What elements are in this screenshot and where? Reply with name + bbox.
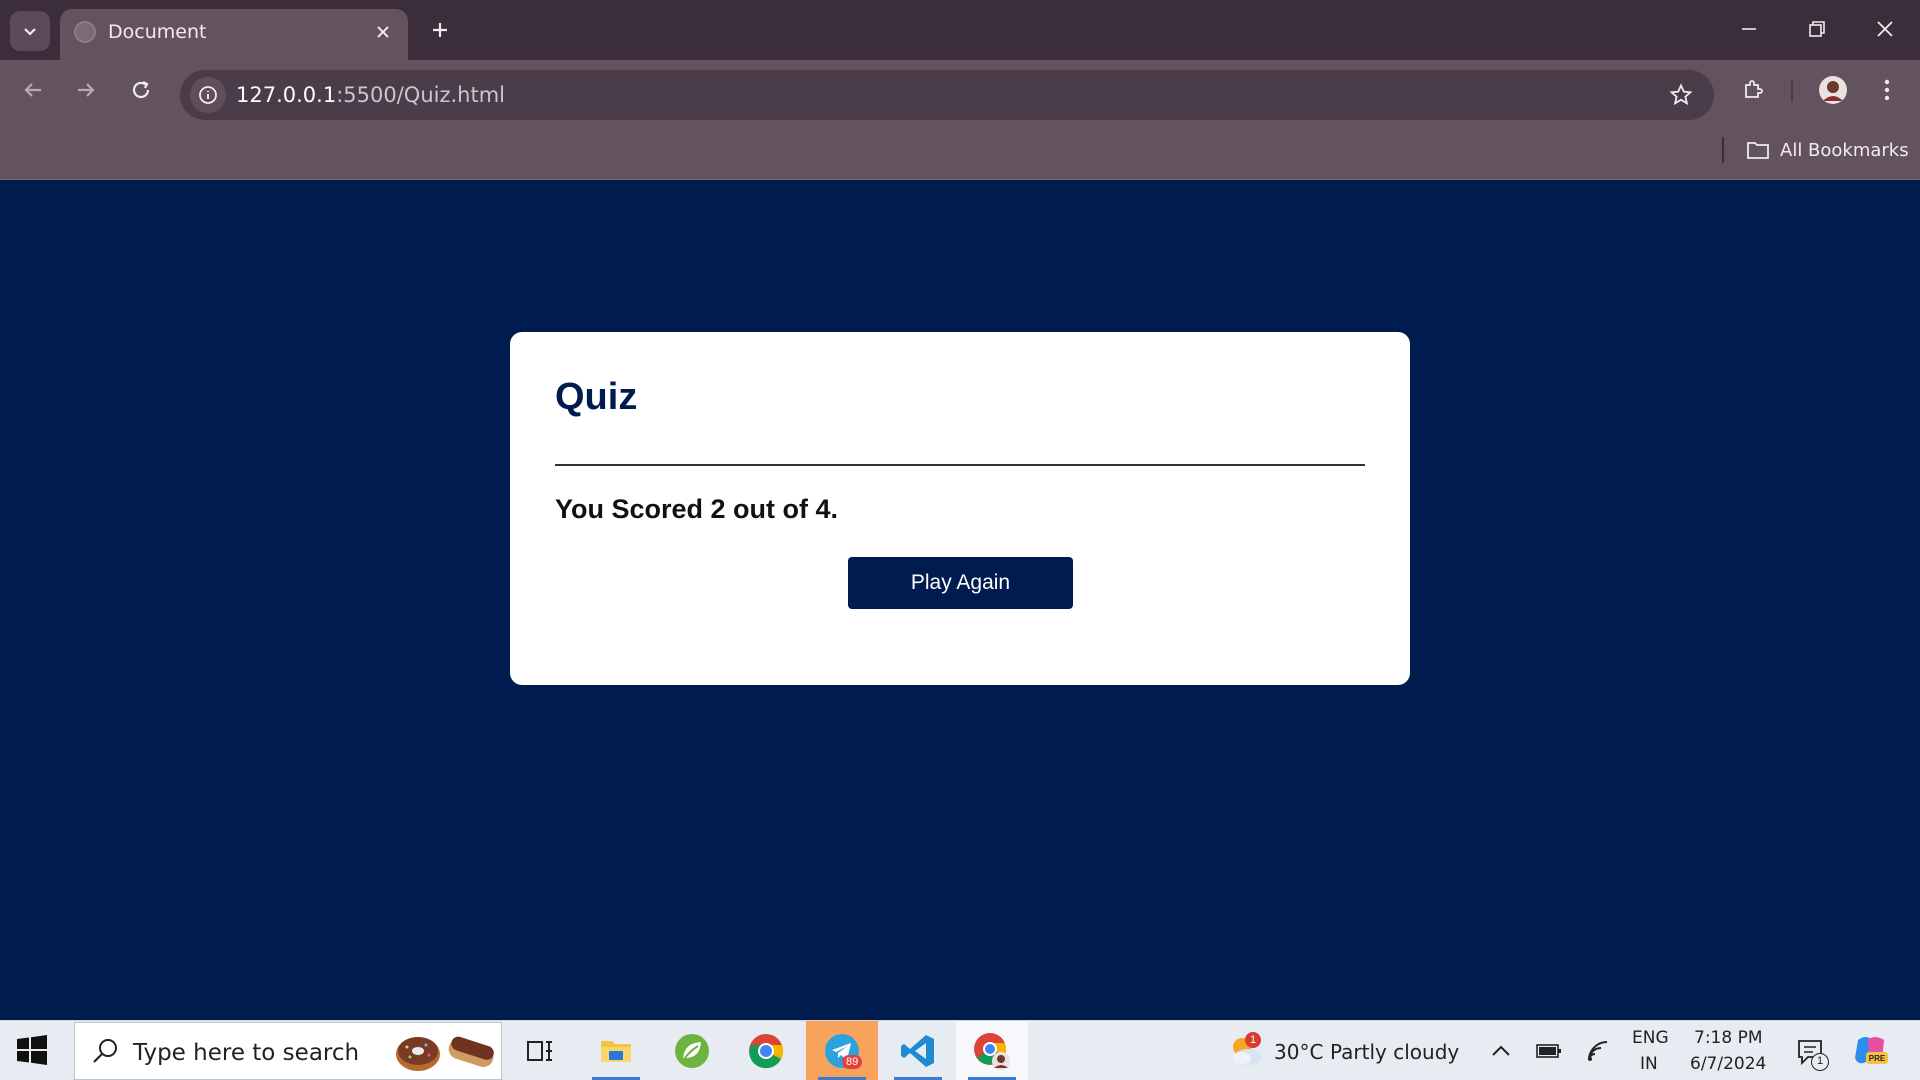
plus-icon (433, 23, 447, 37)
taskbar-chrome[interactable] (730, 1021, 802, 1080)
wifi-icon[interactable] (1586, 1039, 1612, 1063)
url-path: :5500/Quiz.html (336, 83, 506, 107)
restore-button[interactable] (1792, 8, 1842, 50)
restore-icon (1809, 21, 1825, 37)
browser-tab-active[interactable]: Document (60, 9, 408, 60)
folder-icon (601, 1041, 631, 1062)
bookmarks-separator (1722, 137, 1724, 163)
reload-button[interactable] (122, 71, 160, 109)
close-window-button[interactable] (1860, 8, 1910, 50)
weather-badge: 1 (1245, 1032, 1261, 1048)
back-button[interactable] (14, 71, 52, 109)
quiz-divider (555, 464, 1365, 466)
tab-close-button[interactable] (370, 19, 396, 45)
task-view-icon (527, 1041, 552, 1061)
info-icon (199, 86, 217, 104)
site-info-button[interactable] (190, 77, 226, 113)
search-icon (93, 1039, 117, 1063)
address-bar[interactable]: 127.0.0.1:5500/Quiz.html (180, 70, 1714, 120)
all-bookmarks-label: All Bookmarks (1780, 139, 1909, 161)
battery-icon[interactable] (1536, 1041, 1562, 1061)
arrow-left-icon (24, 83, 41, 97)
extensions-button[interactable] (1734, 71, 1772, 109)
score-text: You Scored 2 out of 4. (555, 494, 839, 524)
reload-icon (132, 81, 150, 99)
svg-text:PRE: PRE (1869, 1054, 1886, 1063)
close-icon (1877, 21, 1893, 37)
taskbar-vscode[interactable] (882, 1021, 954, 1080)
url-host: 127.0.0.1 (236, 83, 337, 107)
weather-description[interactable]: Partly cloudy (1330, 1040, 1459, 1064)
tab-search-button[interactable] (10, 11, 50, 51)
toolbar-separator (1791, 80, 1793, 102)
quiz-title: Quiz (555, 376, 638, 418)
taskbar-spring-tools[interactable] (656, 1021, 728, 1080)
play-again-button[interactable]: Play Again (848, 557, 1073, 609)
minimize-button[interactable] (1724, 8, 1774, 50)
vscode-icon (901, 1035, 934, 1067)
profile-button[interactable] (1814, 71, 1852, 109)
task-view-button[interactable] (504, 1021, 576, 1080)
clock-time[interactable]: 7:18 PM (1694, 1028, 1763, 1048)
arrow-right-icon (78, 83, 95, 97)
chrome-icon (749, 1034, 784, 1069)
notification-count-badge: 1 (1811, 1053, 1829, 1071)
all-bookmarks-button[interactable]: All Bookmarks (1746, 136, 1909, 164)
minimize-icon (1742, 28, 1756, 30)
copilot-icon[interactable]: PRE (1852, 1034, 1888, 1068)
taskbar-file-explorer[interactable] (580, 1021, 652, 1080)
tab-title: Document (108, 21, 207, 43)
close-icon (377, 26, 389, 38)
star-icon (1669, 83, 1693, 106)
weather-temperature[interactable]: 30°C (1274, 1040, 1323, 1064)
avatar (1819, 76, 1847, 104)
globe-icon (74, 21, 96, 43)
more-vertical-icon (1884, 79, 1890, 101)
donut-icon (396, 1037, 440, 1071)
chevron-down-icon (24, 28, 36, 36)
folder-icon (1747, 142, 1769, 159)
bookmarks-bar: All Bookmarks (0, 120, 1920, 180)
new-tab-button[interactable] (422, 12, 458, 48)
quiz-card: Quiz You Scored 2 out of 4. Play Again (510, 332, 1410, 685)
eclair-icon (448, 1036, 494, 1068)
windows-logo-icon (17, 1035, 47, 1065)
language-indicator-line2[interactable]: IN (1640, 1054, 1658, 1074)
search-placeholder: Type here to search (133, 1040, 360, 1066)
language-indicator-line1[interactable]: ENG (1632, 1028, 1669, 1048)
taskbar-search-box[interactable]: Type here to search (74, 1022, 502, 1080)
start-button[interactable] (16, 1035, 52, 1069)
taskbar-chrome-profile[interactable] (956, 1021, 1028, 1080)
bookmark-star-button[interactable] (1666, 80, 1696, 110)
taskbar-telegram[interactable]: 89 (806, 1021, 878, 1080)
chevron-up-icon[interactable] (1490, 1041, 1512, 1061)
telegram-badge: 89 (842, 1055, 863, 1069)
spring-leaf-icon (675, 1034, 709, 1068)
tab-strip: Document (0, 0, 1920, 60)
taskbar: Type here to search 89 1 30°C Partly clo… (0, 1020, 1920, 1080)
clock-date[interactable]: 6/7/2024 (1690, 1054, 1766, 1074)
menu-button[interactable] (1868, 71, 1906, 109)
browser-toolbar: 127.0.0.1:5500/Quiz.html (0, 60, 1920, 120)
puzzle-icon (1745, 80, 1763, 98)
url-text: 127.0.0.1:5500/Quiz.html (236, 83, 505, 107)
forward-button[interactable] (67, 71, 105, 109)
chrome-profile-icon (974, 1033, 1010, 1070)
